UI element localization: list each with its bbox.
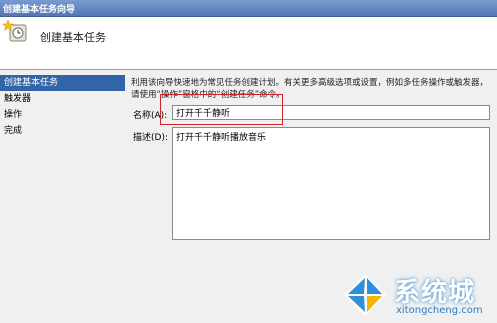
- watermark: 系统城 xitongcheng.com: [342, 270, 492, 320]
- wizard-header: 创建基本任务: [0, 17, 497, 70]
- nav-item-label: 触发器: [4, 94, 32, 104]
- site-logo-icon: [342, 272, 388, 318]
- name-label: 名称(A):: [133, 111, 168, 121]
- task-wizard-icon: [1, 19, 28, 43]
- description-field[interactable]: 打开千千静听播放音乐: [172, 127, 490, 240]
- wizard-description: 利用该向导快速地为常见任务创建计划。有关更多高级选项或设置，例如多任务操作或触发…: [131, 78, 489, 100]
- nav-item-trigger[interactable]: 触发器: [0, 91, 125, 107]
- description-label: 描述(D):: [133, 133, 168, 143]
- nav-item-finish[interactable]: 完成: [0, 123, 125, 139]
- nav-item-label: 创建基本任务: [4, 78, 59, 88]
- window-title: 创建基本任务向导: [3, 5, 76, 15]
- wizard-content: 利用该向导快速地为常见任务创建计划。有关更多高级选项或设置，例如多任务操作或触发…: [131, 77, 493, 101]
- nav-item-label: 完成: [4, 126, 23, 136]
- nav-item-create-basic-task[interactable]: 创建基本任务: [0, 75, 125, 91]
- watermark-brand: 系统城: [394, 278, 476, 308]
- name-field[interactable]: [172, 105, 490, 120]
- nav-item-action[interactable]: 操作: [0, 107, 125, 123]
- window-titlebar: 创建基本任务向导: [0, 0, 497, 17]
- wizard-nav: 创建基本任务 触发器 操作 完成: [0, 75, 125, 323]
- page-title: 创建基本任务: [40, 31, 106, 44]
- nav-item-label: 操作: [4, 110, 23, 120]
- watermark-domain: xitongcheng.com: [396, 305, 483, 316]
